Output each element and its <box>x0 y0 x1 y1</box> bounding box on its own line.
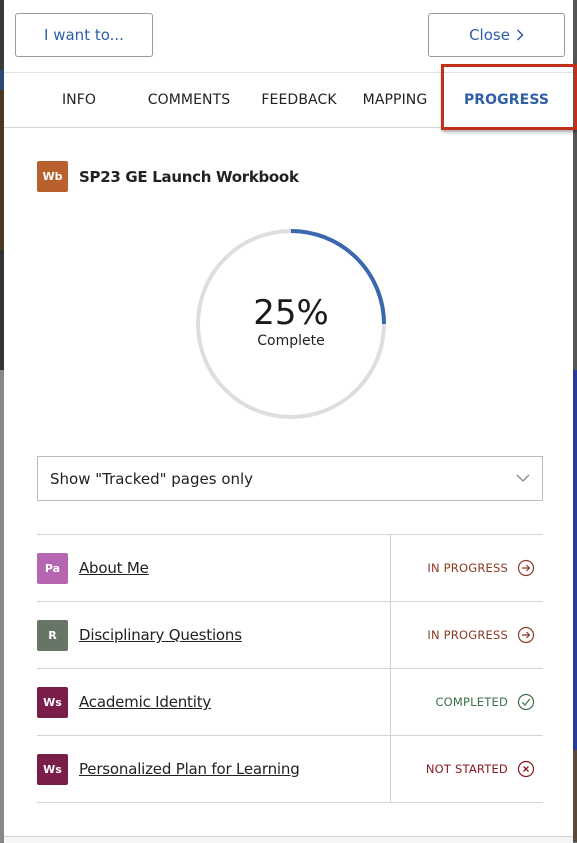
tab-feedback-label: FEEDBACK <box>261 91 337 108</box>
tab-info[interactable]: INFO <box>44 72 114 127</box>
status-label: COMPLETED <box>435 695 508 709</box>
page-type-badge: Ws <box>37 753 68 785</box>
progress-ring-text: 25% Complete <box>194 227 388 421</box>
close-label: Close <box>469 26 510 44</box>
i-want-to-button[interactable]: I want to... <box>15 13 153 57</box>
progress-percent: 25% <box>253 293 329 333</box>
tab-feedback[interactable]: FEEDBACK <box>249 72 349 127</box>
chevron-down-icon <box>516 474 530 482</box>
tab-comments-label: COMMENTS <box>147 91 231 108</box>
tab-mapping[interactable]: MAPPING <box>354 72 436 127</box>
tab-info-label: INFO <box>61 91 97 108</box>
status-label: IN PROGRESS <box>427 628 508 642</box>
tab-mapping-label: MAPPING <box>362 91 428 108</box>
page-type-badge: Ws <box>37 686 68 718</box>
progress-label: Complete <box>257 333 325 349</box>
workbook-title: SP23 GE Launch Workbook <box>79 167 299 186</box>
tab-bar: INFO COMMENTS FEEDBACK MAPPING PROGRESS <box>4 72 573 128</box>
status-label: NOT STARTED <box>425 762 508 776</box>
page-link[interactable]: Personalized Plan for Learning <box>79 760 300 778</box>
page-link[interactable]: Disciplinary Questions <box>79 626 242 644</box>
workbook-header: Wb SP23 GE Launch Workbook <box>37 161 299 192</box>
page-link[interactable]: About Me <box>79 559 149 577</box>
page-type-badge: Pa <box>37 552 68 584</box>
close-button[interactable]: Close <box>428 13 565 57</box>
chevron-right-icon <box>516 29 524 41</box>
page-row: Ws Personalized Plan for Learning NOT ST… <box>37 736 543 803</box>
page-row: Ws Academic Identity COMPLETED <box>37 669 543 736</box>
page-status[interactable]: COMPLETED <box>391 669 543 735</box>
pages-list: Pa About Me IN PROGRESS R Disciplinary Q… <box>37 534 543 803</box>
page-link[interactable]: Academic Identity <box>79 693 211 711</box>
tab-progress-label: PROGRESS <box>463 91 550 108</box>
x-circle-icon <box>517 760 535 778</box>
tracked-pages-filter-select[interactable]: Show "Tracked" pages only <box>37 456 543 501</box>
panel-header: I want to... Close <box>4 0 573 73</box>
check-circle-icon <box>517 693 535 711</box>
workbook-badge: Wb <box>37 161 68 192</box>
page-row: Pa About Me IN PROGRESS <box>37 535 543 602</box>
tab-comments[interactable]: COMMENTS <box>134 72 244 127</box>
arrow-circle-right-icon <box>517 559 535 577</box>
page-row: R Disciplinary Questions IN PROGRESS <box>37 602 543 669</box>
background-page-right <box>573 0 577 842</box>
i-want-to-label: I want to... <box>44 26 124 44</box>
page-status[interactable]: NOT STARTED <box>391 736 543 802</box>
arrow-circle-right-icon <box>517 626 535 644</box>
status-label: IN PROGRESS <box>427 561 508 575</box>
page-status[interactable]: IN PROGRESS <box>391 535 543 601</box>
filter-selected-value: Show "Tracked" pages only <box>50 469 254 488</box>
page-type-badge: R <box>37 619 68 651</box>
tab-progress[interactable]: PROGRESS <box>440 72 573 127</box>
progress-panel: I want to... Close INFO COMMENTS FEEDBAC… <box>4 0 577 843</box>
page-status[interactable]: IN PROGRESS <box>391 602 543 668</box>
